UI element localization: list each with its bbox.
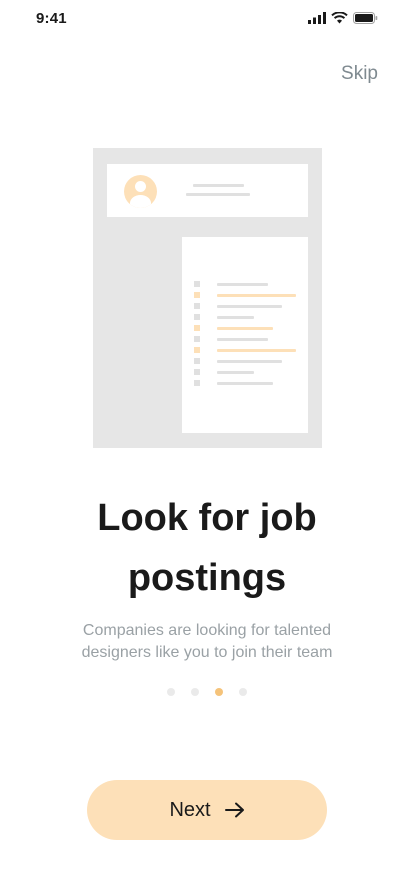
page-title-line: Look for job bbox=[97, 497, 317, 539]
page-title-line: postings bbox=[127, 557, 287, 599]
page-description-line: designers like you to join their team bbox=[81, 644, 333, 661]
illustration-line bbox=[186, 193, 250, 196]
status-bar: 9:41 bbox=[0, 0, 414, 40]
status-icons bbox=[308, 12, 378, 24]
onboarding-illustration bbox=[93, 148, 322, 448]
illustration-list-row bbox=[194, 314, 254, 320]
signal-icon bbox=[308, 12, 326, 24]
illustration-list-row bbox=[194, 358, 282, 364]
page-indicator-dot[interactable] bbox=[167, 688, 175, 696]
illustration-profile-card bbox=[107, 164, 308, 217]
illustration-list-row bbox=[194, 292, 296, 298]
illustration-list-row bbox=[194, 281, 268, 287]
illustration-list-row bbox=[194, 380, 273, 386]
illustration-list-row bbox=[194, 347, 296, 353]
skip-button[interactable]: Skip bbox=[341, 63, 378, 85]
illustration-list-row bbox=[194, 369, 254, 375]
next-button[interactable]: Next bbox=[87, 780, 327, 840]
illustration-list-row bbox=[194, 303, 282, 309]
illustration-line bbox=[193, 184, 244, 187]
wifi-icon bbox=[331, 12, 348, 24]
next-button-label: Next bbox=[169, 798, 211, 821]
illustration-list-row bbox=[194, 325, 273, 331]
page-description-line: Companies are looking for talented bbox=[82, 622, 332, 639]
page-indicator bbox=[0, 688, 414, 696]
illustration-list-card bbox=[182, 237, 308, 433]
page-title: Look for job postings bbox=[0, 488, 414, 608]
avatar-icon bbox=[124, 175, 157, 208]
page-indicator-dot-active[interactable] bbox=[215, 688, 223, 696]
page-indicator-dot[interactable] bbox=[239, 688, 247, 696]
status-time: 9:41 bbox=[36, 10, 67, 27]
page-indicator-dot[interactable] bbox=[191, 688, 199, 696]
page-description: Companies are looking for talented desig… bbox=[40, 620, 374, 664]
battery-icon bbox=[353, 12, 378, 24]
illustration-list-row bbox=[194, 336, 268, 342]
arrow-right-icon bbox=[224, 802, 244, 818]
